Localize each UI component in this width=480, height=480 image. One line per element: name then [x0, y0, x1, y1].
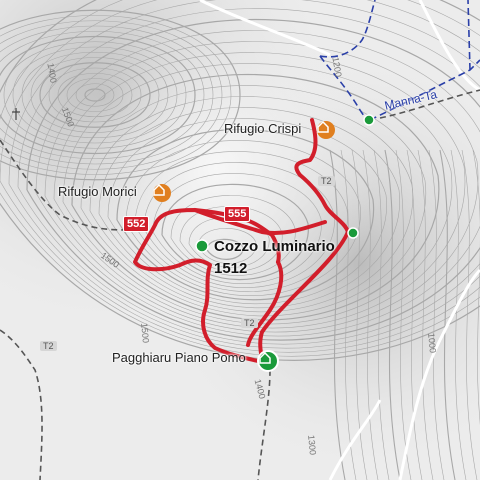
poi-label-pagghiaru[interactable]: Pagghiaru Piano Pomo — [112, 350, 246, 365]
contour-label-1500-south: 1500 — [139, 322, 151, 344]
summit-elevation: 1512 — [214, 260, 248, 277]
route-badge-555: 555 — [224, 206, 251, 222]
poi-label-rifugio-crispi[interactable]: Rifugio Crispi — [224, 121, 301, 136]
contour-label-1300: 1300 — [306, 434, 318, 456]
hut-icon-morici[interactable] — [153, 184, 171, 202]
summit-name[interactable]: Cozzo Luminario — [214, 238, 335, 255]
trail-badge-t2-west: T2 — [40, 341, 57, 351]
map-canvas[interactable]: Rifugio Crispi Rifugio Morici Pagghiaru … — [0, 0, 480, 480]
viewpoint-marker — [347, 227, 359, 239]
trail-badge-t2-south: T2 — [241, 318, 258, 328]
highway-badge-icons — [363, 114, 375, 126]
contour-label-1000: 1000 — [426, 332, 438, 354]
trail-badge-t2-east: T2 — [318, 176, 335, 186]
summit-marker — [195, 239, 209, 253]
shelter-icon-pagghiaru[interactable] — [257, 350, 279, 372]
poi-label-rifugio-morici[interactable]: Rifugio Morici — [58, 184, 137, 199]
hut-icon-crispi[interactable] — [317, 121, 335, 139]
route-badge-552: 552 — [123, 216, 150, 232]
